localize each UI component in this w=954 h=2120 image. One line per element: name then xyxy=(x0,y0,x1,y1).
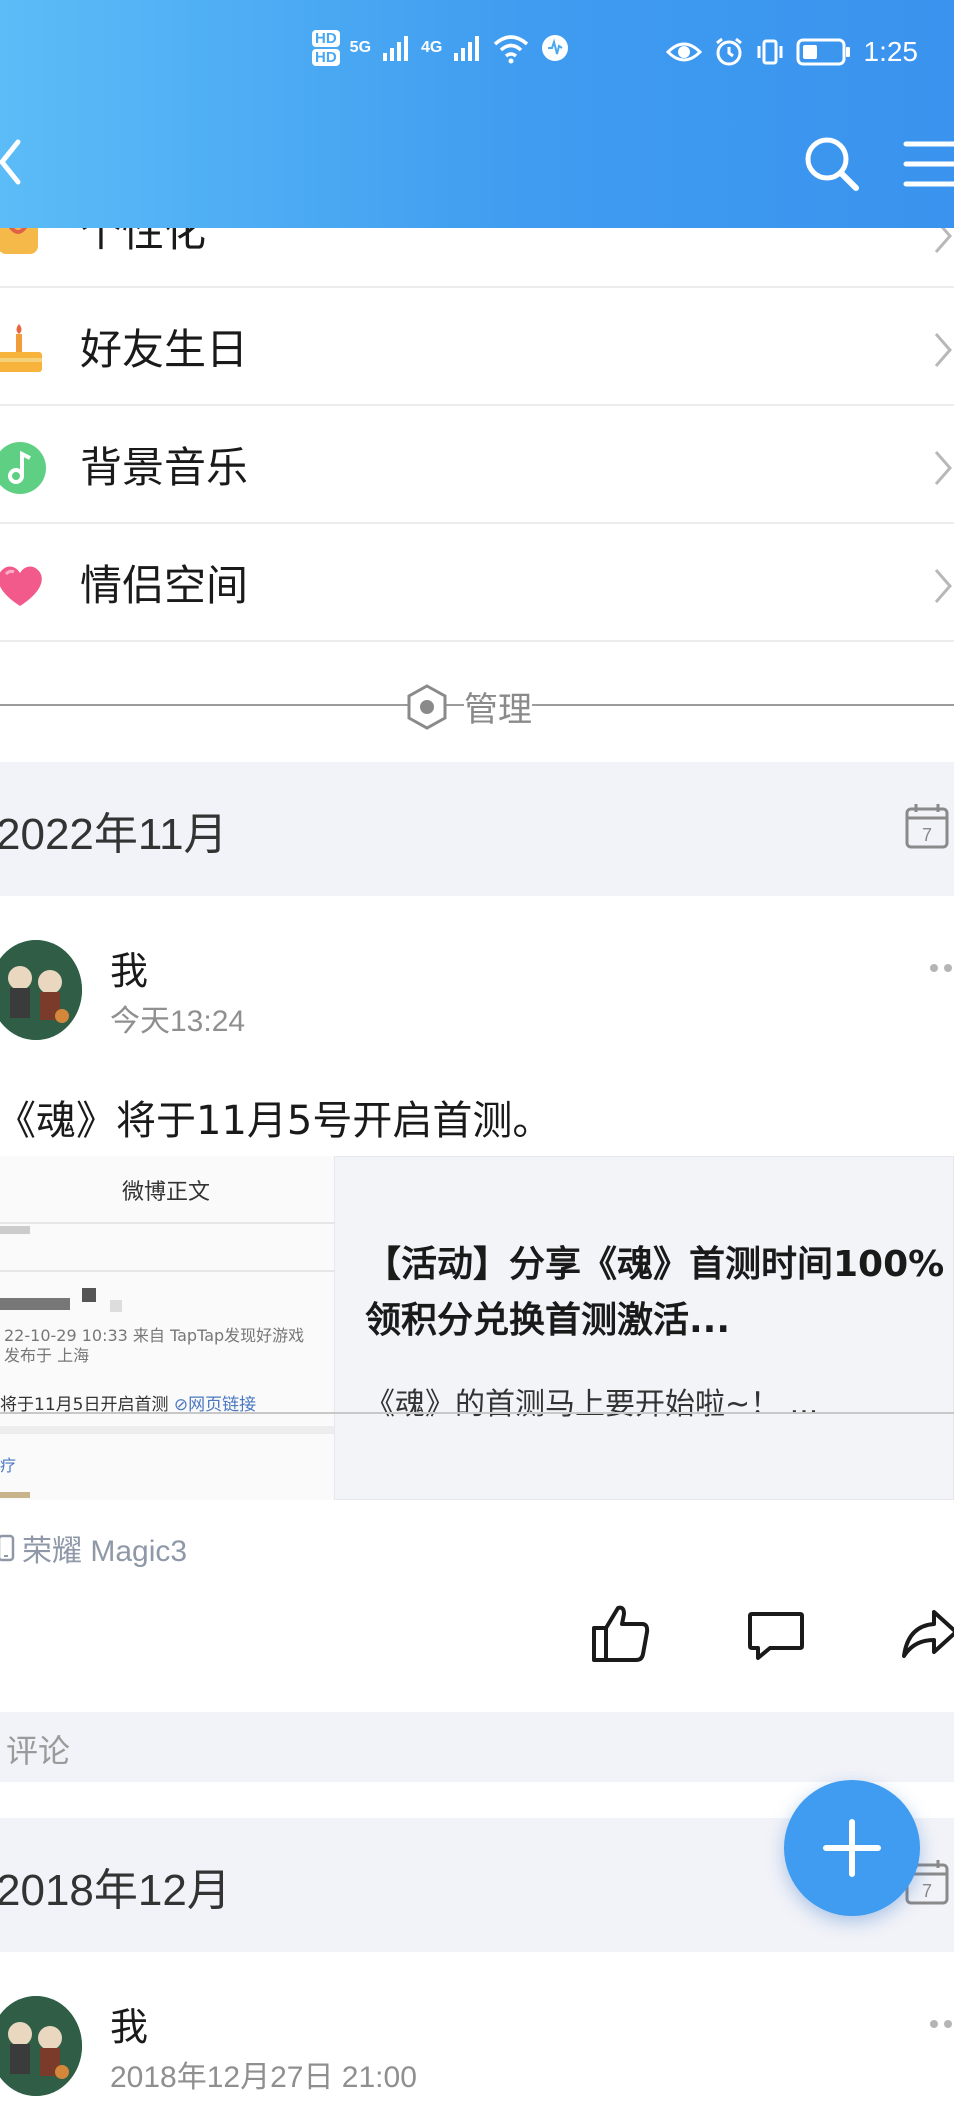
thumb-redaction xyxy=(0,1492,30,1498)
share-thumbnail: 微博正文 22-10-29 10:33 来自 TapTap发现好游戏 发布于 上… xyxy=(0,1156,334,1500)
comment-icon[interactable] xyxy=(746,1608,806,1662)
hd-badge-2: HD xyxy=(312,49,340,66)
back-chevron-icon[interactable] xyxy=(0,132,32,192)
settings-item-friend-birthday[interactable]: 好友生日 xyxy=(0,288,954,406)
settings-item-personalize[interactable]: 个性化 xyxy=(0,228,954,288)
divider xyxy=(0,1412,954,1414)
chevron-right-icon xyxy=(934,228,952,253)
post-time: 2018年12月27日 21:00 xyxy=(110,2061,417,2094)
signal-strength-2-icon xyxy=(454,36,480,61)
hexagon-settings-icon xyxy=(407,683,447,730)
plus-icon xyxy=(823,1819,881,1877)
avatar[interactable] xyxy=(0,1996,82,2096)
avatar[interactable] xyxy=(0,940,82,1040)
author-name[interactable]: 我 xyxy=(110,940,148,995)
network-4g-label: 4G xyxy=(421,39,443,56)
comment-placeholder: 评论 xyxy=(6,1732,71,1770)
svg-text:7: 7 xyxy=(922,1881,932,1901)
signal-strength-icon xyxy=(383,36,409,61)
music-note-icon xyxy=(0,442,46,494)
share-card-description: 《魂》的首测马上要开始啦~！ ... xyxy=(365,1387,819,1422)
settings-item-label: 情侣空间 xyxy=(80,561,249,610)
more-options-icon[interactable] xyxy=(928,962,954,974)
clock-text: 1:25 xyxy=(863,36,919,67)
alarm-icon xyxy=(715,37,742,66)
chevron-right-icon xyxy=(934,451,952,485)
month-title: 2018年12月 xyxy=(0,1866,231,1915)
thumb-divider xyxy=(0,1222,334,1224)
personalize-icon xyxy=(0,228,38,254)
chevron-right-icon xyxy=(934,333,952,367)
battery-icon xyxy=(796,38,850,66)
share-card[interactable]: 微博正文 22-10-29 10:33 来自 TapTap发现好游戏 发布于 上… xyxy=(0,1156,954,1500)
manage-label: 管理 xyxy=(464,682,532,731)
hd-badge-1: HD xyxy=(312,30,340,47)
like-thumbs-up-icon[interactable] xyxy=(590,1602,652,1664)
settings-list: 个性化 好友生日 背景音乐 情侣空间 xyxy=(0,228,954,642)
comment-input-bar[interactable]: 评论 xyxy=(0,1712,954,1782)
vibrate-icon xyxy=(757,39,782,65)
month-title: 2022年11月 xyxy=(0,810,228,859)
share-card-body[interactable]: 【活动】分享《魂》首测时间100%领积分兑换首测激活... 《魂》的首测马上要开… xyxy=(334,1156,954,1500)
thumb-location: 发布于 上海 xyxy=(4,1346,90,1365)
post-text: 《魂》将于11月5号开启首测。 xyxy=(0,1098,553,1144)
svg-text:7: 7 xyxy=(922,825,932,845)
thumb-title: 微博正文 xyxy=(122,1180,211,1205)
device-label: 荣耀 Magic3 xyxy=(22,1535,188,1568)
settings-item-couple-space[interactable]: 情侣空间 xyxy=(0,524,954,642)
manage-button[interactable]: 管理 xyxy=(404,682,532,731)
thumb-misc: 疗 xyxy=(0,1456,17,1475)
device-info: 荣耀 Magic3 xyxy=(0,1526,187,1570)
nav-bar xyxy=(0,110,954,228)
network-indicators: HD HD 5G 4G xyxy=(312,30,570,66)
more-options-icon[interactable] xyxy=(928,2018,954,2030)
share-card-title: 【活动】分享《魂》首测时间100%领积分兑换首测激活... xyxy=(365,1244,945,1341)
thumb-redaction xyxy=(0,1298,70,1310)
thumb-redaction xyxy=(110,1300,122,1312)
chevron-right-icon xyxy=(934,569,952,603)
settings-item-label: 好友生日 xyxy=(80,325,249,374)
settings-item-background-music[interactable]: 背景音乐 xyxy=(0,406,954,524)
status-bar: HD HD 5G 4G 1:25 xyxy=(0,0,954,110)
thumb-redaction xyxy=(82,1288,96,1302)
menu-icon[interactable] xyxy=(900,136,954,192)
network-5g-label: 5G xyxy=(349,39,372,56)
author-name[interactable]: 我 xyxy=(110,1996,148,2051)
calendar-icon[interactable]: 7 xyxy=(904,802,950,850)
hd-badges: HD HD xyxy=(312,30,340,66)
post-time: 今天13:24 xyxy=(110,1005,246,1038)
system-indicators: 1:25 xyxy=(665,36,919,68)
wifi-icon xyxy=(494,35,529,64)
eye-icon xyxy=(665,42,702,62)
manage-row[interactable]: 管理 xyxy=(0,644,954,762)
thumb-redaction xyxy=(0,1226,30,1234)
heart-icon xyxy=(0,566,42,606)
avatar-image xyxy=(0,940,82,1040)
phone-icon xyxy=(0,1534,15,1562)
month-header-2022-11: 2022年11月 7 xyxy=(0,762,954,896)
share-arrow-icon[interactable] xyxy=(900,1608,954,1662)
post-actions xyxy=(0,1602,954,1672)
thumb-divider xyxy=(0,1426,334,1434)
thumb-divider xyxy=(0,1270,334,1272)
search-icon[interactable] xyxy=(800,132,864,196)
avatar-image xyxy=(0,1996,82,2096)
birthday-cake-icon xyxy=(0,324,42,372)
settings-item-label: 背景音乐 xyxy=(80,443,249,492)
settings-item-label: 个性化 xyxy=(80,228,207,256)
app-header: HD HD 5G 4G 1:25 xyxy=(0,0,954,228)
hotspot-icon xyxy=(542,35,569,61)
compose-fab-button[interactable] xyxy=(784,1780,920,1916)
